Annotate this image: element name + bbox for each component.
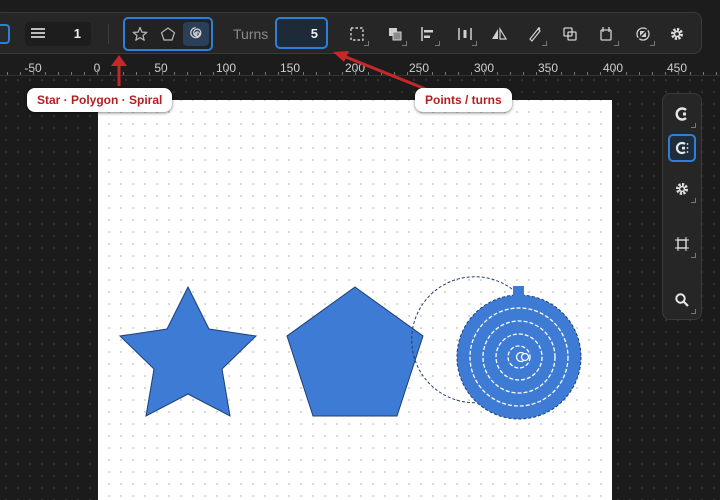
snap-icon [675, 107, 687, 121]
panel-settings-button[interactable] [668, 175, 696, 203]
shapes-layer [111, 51, 582, 420]
shape-types-callout: Star · Polygon · Spiral [27, 88, 173, 112]
right-side-panel [662, 93, 702, 320]
spiral-shape[interactable] [411, 276, 582, 420]
callout-arrow-right [333, 51, 429, 92]
zoom-icon [675, 293, 689, 307]
callout-arrow-left [111, 55, 127, 86]
polygon-shape[interactable] [286, 286, 424, 417]
star-shape[interactable] [118, 285, 258, 417]
snap-grid-icon [675, 141, 689, 155]
frame-crop-icon [675, 237, 689, 251]
frame-crop-button[interactable] [668, 230, 696, 258]
points-turns-callout: Points / turns [415, 88, 512, 112]
zoom-button[interactable] [668, 286, 696, 314]
gear-icon [676, 183, 688, 195]
snap-grid-button[interactable] [668, 134, 696, 162]
snap-button[interactable] [668, 100, 696, 128]
